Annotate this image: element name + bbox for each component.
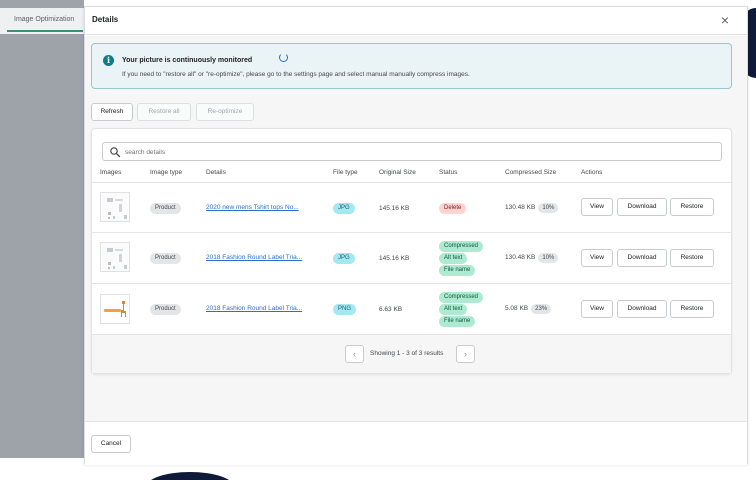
compressed-size: 130.48 KB 10% (505, 253, 559, 263)
info-icon: i (103, 55, 114, 66)
giraffe-logo-icon (104, 301, 126, 317)
close-icon[interactable]: × (717, 12, 733, 28)
previous-page-button[interactable]: ‹ (345, 345, 364, 363)
original-size: 145.16 KB (379, 205, 410, 212)
pagination-summary: Showing 1 - 3 of 3 results (370, 350, 444, 357)
next-page-button[interactable]: › (456, 345, 475, 363)
left-nav: Image Optimization (0, 0, 84, 458)
status-badge: Delete (439, 203, 467, 214)
banner-title: Your picture is continuously monitored (122, 57, 253, 64)
status-badge: File name (439, 316, 476, 327)
loading-spinner-icon (279, 53, 288, 62)
view-button[interactable]: View (581, 249, 613, 267)
download-button[interactable]: Download (617, 198, 667, 216)
image-placeholder-icon (107, 198, 127, 219)
tab-image-optimization[interactable]: Image Optimization (0, 8, 84, 34)
original-size: 145.16 KB (379, 255, 410, 262)
column-header-file-type: File type (333, 169, 358, 176)
image-type-badge: Product (150, 253, 181, 264)
file-type-badge: JPG (333, 253, 355, 264)
banner-text: If you need to "restore all" or "re-opti… (122, 71, 470, 78)
tab-label: Image Optimization (14, 16, 75, 23)
column-header-compressed-size: Compressed Size (505, 169, 557, 176)
pagination-bar: ‹ Showing 1 - 3 of 3 results › (92, 334, 731, 373)
details-link[interactable]: 2018 Fashion Round Label Tria... (206, 254, 302, 261)
refresh-button[interactable]: Refresh (91, 103, 133, 121)
file-type-badge: JPG (333, 203, 355, 214)
column-header-details: Details (206, 169, 226, 176)
product-thumbnail[interactable] (100, 294, 130, 324)
download-button[interactable]: Download (617, 249, 667, 267)
compressed-size-value: 5.08 KB (505, 305, 529, 312)
view-button[interactable]: View (581, 198, 613, 216)
restore-button[interactable]: Restore (670, 249, 714, 267)
compressed-size: 130.48 KB 10% (505, 203, 559, 213)
status-badge: Alt text (439, 304, 468, 315)
image-placeholder-icon (107, 248, 127, 269)
download-button[interactable]: Download (617, 300, 667, 318)
modal-title: Details (92, 15, 119, 24)
column-header-image-type: Image type (150, 169, 183, 176)
status-badge: Compressed (439, 241, 484, 252)
image-type-badge: Product (150, 203, 181, 214)
status-badge: Alt text (439, 253, 468, 264)
row-divider (92, 232, 731, 233)
column-header-original-size: Original Size (379, 169, 416, 176)
file-type-badge: PNG (333, 304, 357, 315)
view-button[interactable]: View (581, 300, 613, 318)
details-modal: Details × i Your picture is continuously… (84, 6, 748, 465)
decorative-shape (146, 472, 234, 480)
column-header-status: Status (439, 169, 458, 176)
tab-underline (7, 30, 83, 32)
compression-percent-badge: 10% (538, 253, 559, 263)
search-field[interactable] (102, 142, 722, 161)
status-badge: File name (439, 265, 476, 276)
original-size: 6.63 KB (379, 306, 403, 313)
search-icon (110, 147, 121, 158)
product-thumbnail[interactable] (100, 242, 130, 272)
image-type-badge: Product (150, 304, 181, 315)
details-link[interactable]: 2020 new mens Tshirt tops No... (206, 204, 299, 211)
compressed-size-value: 130.48 KB (505, 204, 536, 211)
search-input[interactable] (125, 145, 715, 159)
compression-percent-badge: 23% (531, 304, 552, 314)
details-card: Images Image type Details File type Orig… (91, 128, 732, 374)
row-divider (92, 283, 731, 284)
modal-header: Details × (85, 7, 747, 35)
modal-body: i Your picture is continuously monitored… (85, 36, 747, 421)
status-badge: Compressed (439, 292, 484, 303)
column-header-images: Images (100, 169, 122, 176)
cancel-button[interactable]: Cancel (91, 435, 131, 453)
details-link[interactable]: 2018 Fashion Round Label Tria... (206, 305, 302, 312)
compressed-size: 5.08 KB 23% (505, 304, 552, 314)
restore-button[interactable]: Restore (670, 300, 714, 318)
column-header-actions: Actions (581, 169, 603, 176)
restore-all-button[interactable]: Restore all (137, 103, 191, 121)
row-divider (92, 182, 731, 183)
info-banner: i Your picture is continuously monitored… (91, 43, 732, 89)
compression-percent-badge: 10% (538, 203, 559, 213)
reoptimize-button[interactable]: Re-optimize (196, 103, 254, 121)
compressed-size-value: 130.48 KB (505, 254, 536, 261)
product-thumbnail[interactable] (100, 192, 130, 222)
modal-footer: Cancel (85, 421, 747, 465)
restore-button[interactable]: Restore (670, 198, 714, 216)
